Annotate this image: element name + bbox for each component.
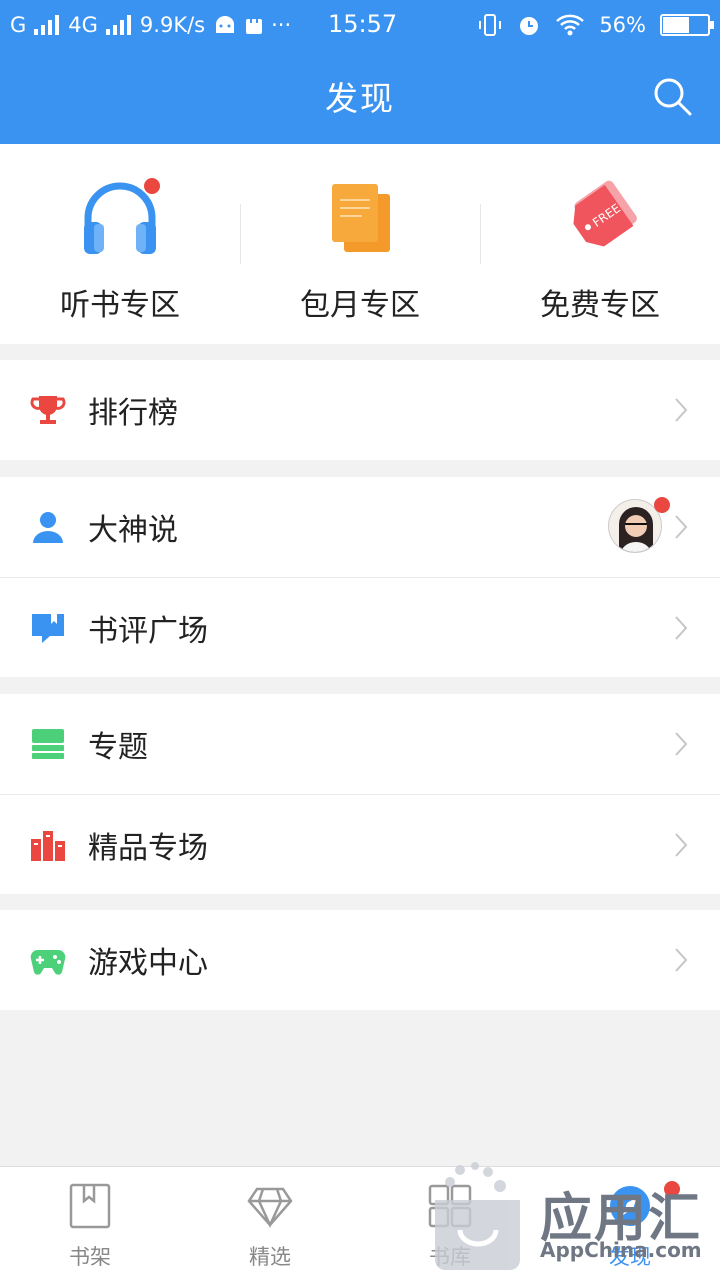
topic-icon [32,729,64,759]
list-item-games[interactable]: 游戏中心 [0,910,720,1010]
chevron-right-icon [675,615,688,640]
signal-icon-2 [105,15,132,35]
status-bar: G 4G 9.9K/s ··· 15:57 56% [0,0,720,50]
list-group-topics: 专题 精品专场 [0,694,720,894]
zones-panel: 听书专区 包月专区 FREE 免费专区 [0,144,720,344]
list-item-gods[interactable]: 大神说 [0,477,720,577]
tab-label: 精选 [249,1245,291,1269]
page-title: 发现 [325,79,395,118]
battery-icon [660,14,714,36]
list-item-label: 书评广场 [88,613,208,649]
bookmark-book-icon [69,1183,111,1229]
chevron-right-icon [675,948,688,972]
list-item-label: 精品专场 [88,830,208,866]
books-stack-icon [31,830,65,861]
diamond-icon [247,1187,293,1229]
list-group-community: 大神说 书评广场 [0,477,720,677]
watermark-subtext: AppChina.com [540,1238,702,1262]
chevron-right-icon [675,515,688,539]
zone-free[interactable]: FREE 免费专区 [480,144,720,344]
network-label: 4G [68,13,98,37]
zone-label: 免费专区 [540,288,660,323]
tab-bookshelf[interactable]: 书架 [0,1167,180,1280]
list-item-ranking[interactable]: 排行榜 [0,360,720,460]
list-item-label: 专题 [88,730,148,765]
list-item-topics[interactable]: 专题 [0,694,720,794]
chevron-right-icon [675,732,688,756]
chevron-right-icon [675,398,688,422]
tab-featured[interactable]: 精选 [180,1167,360,1280]
tab-label: 书库 [429,1245,471,1269]
trophy-icon [30,396,66,424]
list-item-premium[interactable]: 精品专场 [0,794,720,894]
zone-label: 包月专区 [300,288,420,323]
new-badge [144,178,160,194]
tab-label: 书架 [69,1245,111,1269]
chevron-right-icon [675,832,688,857]
list-group-ranking: 排行榜 [0,360,720,460]
person-icon [33,512,63,543]
book-review-icon [32,613,64,643]
list-item-reviews[interactable]: 书评广场 [0,577,720,677]
tab-library[interactable]: 书库 [360,1167,540,1280]
more-dots: ··· [271,13,292,37]
grid-icon [428,1184,472,1228]
vibrate-icon [479,14,502,36]
wifi-icon [556,14,585,36]
zone-label: 听书专区 [60,288,180,323]
android-icon [216,16,235,33]
network-speed: 9.9K/s [139,13,206,37]
signal-icon [34,15,60,35]
list-item-label: 排行榜 [88,396,178,431]
alarm-icon [520,17,539,35]
top-bar: G 4G 9.9K/s ··· 15:57 56% 发现 [0,0,720,144]
clock: 15:57 [328,10,398,38]
battery-percent: 56% [599,13,646,37]
new-badge [654,497,670,513]
list-group-games: 游戏中心 [0,910,720,1010]
list-item-label: 大神说 [88,513,178,548]
zone-monthly[interactable]: 包月专区 [240,144,480,344]
list-item-label: 游戏中心 [88,946,208,981]
books-icon [332,184,390,252]
shopping-bag-icon [246,16,263,34]
carrier-label: G [10,13,27,37]
search-icon[interactable] [652,76,692,116]
free-tag-icon: FREE [573,180,637,247]
zone-audiobook[interactable]: 听书专区 [0,144,240,344]
gamepad-icon [30,949,66,975]
